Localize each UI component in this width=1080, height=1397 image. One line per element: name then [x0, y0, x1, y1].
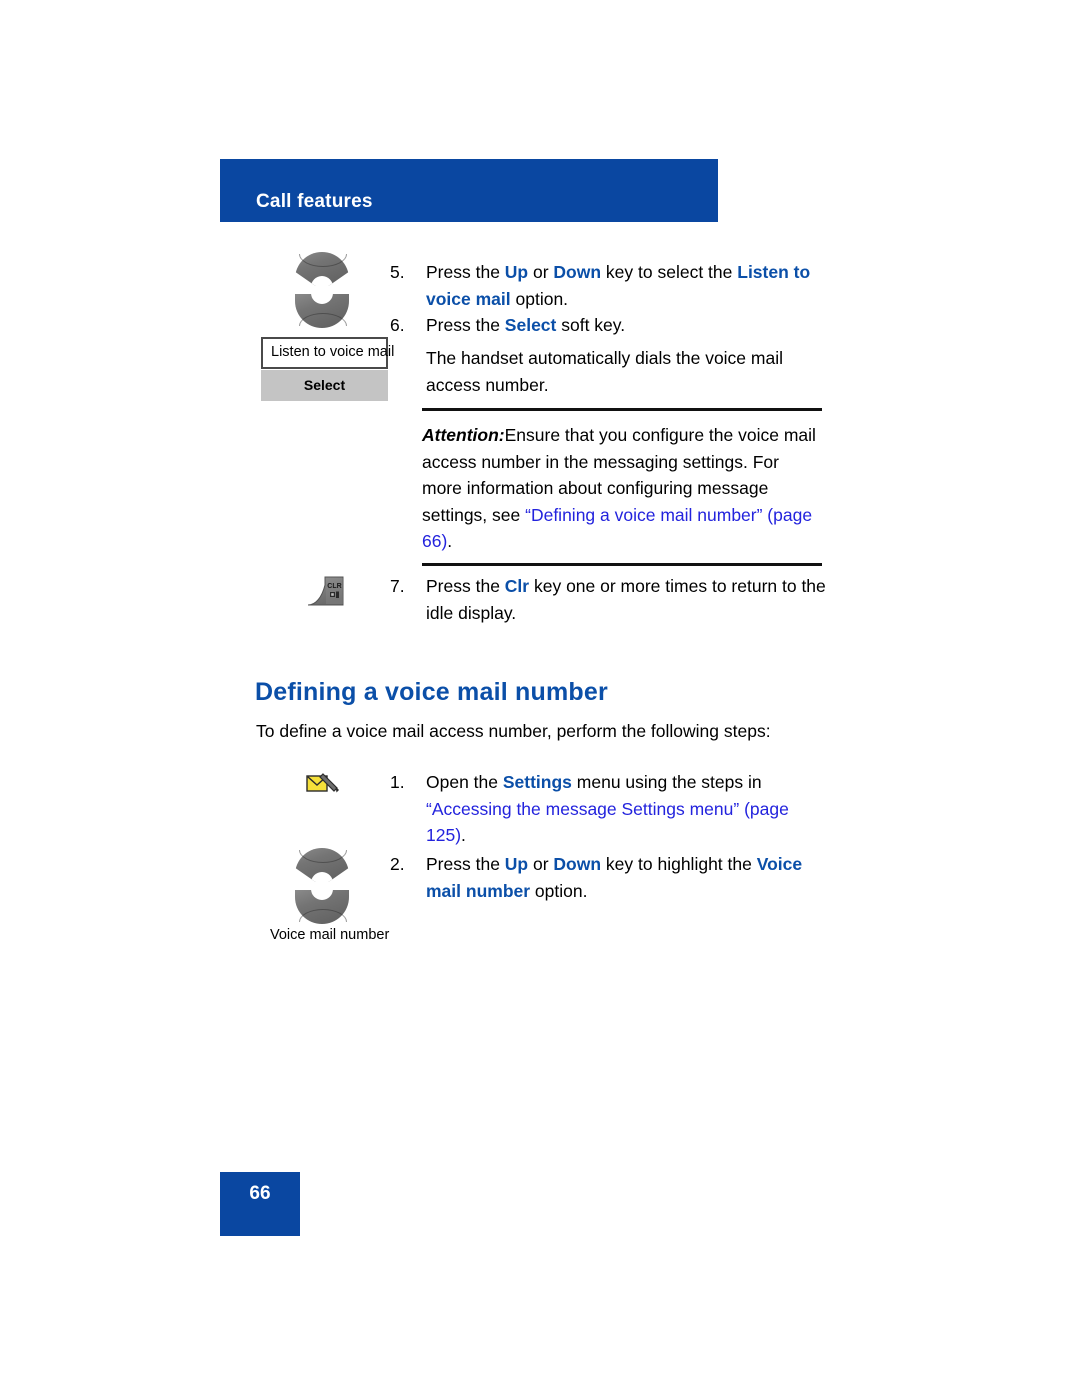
step-5: 5. Press the Up or Down key to select th…: [390, 259, 830, 312]
step-text-mid1: menu using the steps in: [571, 772, 762, 792]
page-header-banner: Call features: [220, 159, 718, 222]
attention-callout: Attention:Ensure that you configure the …: [422, 408, 822, 566]
step-number: 1.: [390, 772, 405, 792]
step-text-pre: Press the: [426, 854, 505, 874]
step-text-pre: Open the: [426, 772, 503, 792]
down-arrow-key-icon: [295, 889, 349, 924]
keyword-up: Up: [504, 262, 529, 282]
step-text: Press the Select soft key.: [426, 312, 625, 339]
attention-body-tail: .: [447, 531, 453, 551]
keyword-down: Down: [553, 854, 602, 874]
step-text-pre: Press the: [426, 315, 505, 335]
attention-text: Attention:Ensure that you configure the …: [422, 411, 822, 563]
step-text-mid1: or: [528, 854, 554, 874]
section-intro-text: To define a voice mail access number, pe…: [256, 721, 771, 741]
divider-bottom: [422, 562, 822, 566]
step-2: 2. Press the Up or Down key to highlight…: [390, 851, 832, 904]
cross-reference-link-accessing-message-settings-menu[interactable]: “Accessing the message Settings menu” (p…: [426, 799, 789, 846]
step-text: Press the Up or Down key to select the L…: [426, 259, 830, 312]
section-heading: Defining a voice mail number: [255, 678, 608, 706]
clr-key-glyph: CLR: [307, 576, 344, 606]
step-text-pre: Press the: [426, 262, 505, 282]
clr-key-icon: CLR: [306, 575, 346, 607]
voice-mail-number-caption: Voice mail number: [270, 927, 390, 943]
step-text-mid2: key to highlight the: [601, 854, 757, 874]
select-softkey-button[interactable]: Select: [261, 370, 388, 401]
step-number: 2.: [390, 854, 405, 874]
step-text-post: option.: [510, 288, 569, 309]
page-title: Call features: [256, 191, 373, 212]
page-number-footer: 66: [220, 1172, 300, 1236]
page-number: 66: [249, 1183, 271, 1204]
keyword-settings: Settings: [502, 772, 572, 792]
envelope-with-pencil-glyph: [306, 773, 339, 793]
down-arrow-key-icon: [295, 293, 349, 328]
up-down-navigation-key-icon: [295, 848, 349, 924]
step-number: 7.: [390, 576, 405, 596]
keyword-down: Down: [553, 262, 602, 282]
keyword-up: Up: [504, 854, 529, 874]
step-text-post: option.: [530, 880, 588, 901]
step-number: 5.: [390, 262, 405, 282]
keyword-select: Select: [504, 315, 557, 335]
step-number: 6.: [390, 315, 405, 335]
keyword-clr: Clr: [504, 576, 530, 596]
step-text: Press the Clr key one or more times to r…: [426, 573, 835, 626]
message-settings-icon: [306, 771, 340, 799]
svg-text:CLR: CLR: [327, 583, 341, 590]
handset-display-line: Listen to voice mail: [261, 337, 394, 369]
step-text-post: .: [461, 825, 466, 845]
step-6-result-text: The handset automatically dials the voic…: [426, 348, 783, 395]
step-text-post: soft key.: [556, 315, 626, 335]
up-down-navigation-key-icon: [295, 252, 349, 328]
step-text: Open the Settings menu using the steps i…: [426, 769, 810, 849]
up-arrow-key-icon: [295, 848, 349, 882]
up-arrow-key-icon: [295, 252, 349, 286]
step-6: 6. Press the Select soft key.: [390, 312, 830, 339]
step-1: 1. Open the Settings menu using the step…: [390, 769, 810, 849]
step-7: 7. Press the Clr key one or more times t…: [390, 573, 835, 626]
step-text-mid1: or: [528, 262, 554, 282]
step-text: Press the Up or Down key to highlight th…: [426, 851, 832, 904]
step-text-pre: Press the: [426, 576, 505, 596]
step-text-mid2: key to select the: [601, 262, 738, 282]
attention-label: Attention:: [422, 425, 505, 445]
